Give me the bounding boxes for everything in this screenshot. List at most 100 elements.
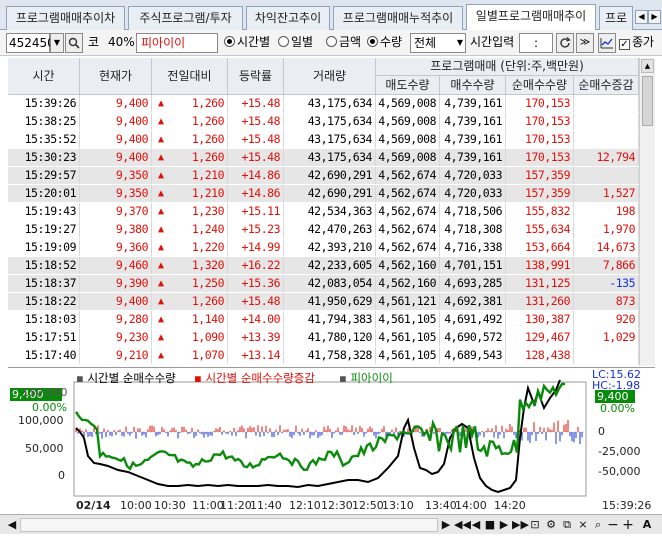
tab-arbitrage-balance[interactable]: 차익잔고추이 <box>246 6 330 30</box>
cell-value: 43,175,634 <box>307 150 373 164</box>
time-input-value: : <box>533 36 539 50</box>
settings-icon[interactable]: ⚙ <box>544 517 558 533</box>
x-tick-label: 14:20 <box>494 499 526 512</box>
cell-value: 1,260 <box>191 96 225 110</box>
tab-program-more[interactable]: 프로 <box>599 6 633 30</box>
table-row[interactable]: 15:39:26 9,400 ▲ 1,260 +15.48 43,175,634 4,569… <box>8 95 639 112</box>
table-row[interactable]: 15:19:43 9,370 ▲ 1,230 +15.11 42,534,363 4,562… <box>8 203 639 220</box>
cell-buy: 4,739,161 <box>440 95 506 112</box>
radio-by-time[interactable]: 시간별 <box>224 33 276 53</box>
cell-value: 15:17:40 <box>24 348 77 362</box>
cell-volume: 41,950,629 <box>284 293 376 310</box>
cell-value: 9,360 <box>115 240 149 254</box>
next-page-icon[interactable]: ≫ <box>576 33 594 53</box>
stop-icon[interactable]: ■ <box>484 517 496 533</box>
scrollbar-thumb[interactable] <box>642 76 653 126</box>
zoom-in-icon[interactable]: + <box>622 517 634 533</box>
cell-price: 9,400 <box>80 113 152 130</box>
cell-volume: 41,780,120 <box>284 329 376 346</box>
next-icon[interactable]: ▶ <box>498 517 510 533</box>
table-row[interactable]: 15:38:25 9,400 ▲ 1,260 +15.48 43,175,634 4,569… <box>8 113 639 130</box>
x-tick-label: 11:20 <box>220 499 252 512</box>
table-row[interactable]: 15:30:23 9,400 ▲ 1,260 +15.48 43,175,634 4,569… <box>8 149 639 166</box>
scroll-right-icon[interactable]: ▶ <box>440 517 452 533</box>
scroll-up-icon[interactable]: ▲ <box>641 59 654 73</box>
cell-value: 4,562,160 <box>378 276 436 290</box>
refresh-icon[interactable] <box>556 33 574 53</box>
tab-program-trend-chart[interactable]: 프로그램매매추이차 <box>6 6 125 30</box>
link-icon[interactable]: ⊡ <box>528 517 542 533</box>
col-net-buy-change[interactable]: 순매수증감 <box>574 76 639 95</box>
col-price[interactable]: 현재가 <box>80 58 152 95</box>
close-price-checkbox[interactable]: ✓ 종가 <box>619 33 659 53</box>
cell-value: +13.39 <box>241 330 280 344</box>
time-input-field[interactable]: : <box>519 33 553 53</box>
cell-value: 138,991 <box>525 258 570 272</box>
col-time[interactable]: 시간 <box>8 58 80 95</box>
radio-amount[interactable]: 금액 <box>326 33 366 53</box>
fast-forward-icon[interactable]: ▶▶ <box>512 517 529 533</box>
legend-stock: ▪ 피아이이 <box>339 371 393 385</box>
copy-icon[interactable]: ⧉ <box>560 517 574 533</box>
radio-label: 금액 <box>339 35 362 49</box>
chart-canvas[interactable] <box>8 368 655 514</box>
table-row[interactable]: 15:17:40 9,210 ▲ 1,070 +13.14 41,758,328 4,561… <box>8 347 639 364</box>
col-net-buy-qty[interactable]: 순매수수량 <box>506 76 574 95</box>
col-rate[interactable]: 등락률 <box>228 58 284 95</box>
right-pct-label: 0.00% <box>600 402 635 415</box>
cell-rate: +15.48 <box>228 293 284 310</box>
left-tick: 50,000 <box>25 442 64 455</box>
stock-name-value: 피아이이 <box>141 36 186 50</box>
col-volume[interactable]: 거래량 <box>284 58 376 95</box>
cell-value: 1,230 <box>191 204 225 218</box>
table-row[interactable]: 15:18:52 9,460 ▲ 1,320 +16.22 42,233,605 4,562… <box>8 257 639 274</box>
rewind-icon[interactable]: ◀◀ <box>454 517 471 533</box>
table-row[interactable]: 15:19:27 9,380 ▲ 1,240 +15.23 42,470,263 4,562… <box>8 221 639 238</box>
tab-daily-program-trend[interactable]: 일별프로그램매매추이 <box>466 4 596 31</box>
table-row[interactable]: 15:35:52 9,400 ▲ 1,260 +15.48 43,175,634 4,569… <box>8 131 639 148</box>
cell-value: 9,350 <box>115 186 149 200</box>
chart-scroll-track[interactable] <box>20 518 438 532</box>
table-row[interactable]: 15:18:22 9,400 ▲ 1,260 +15.48 41,950,629 4,561… <box>8 293 639 310</box>
cell-buy: 4,739,161 <box>440 131 506 148</box>
cell-volume: 43,175,634 <box>284 131 376 148</box>
font-icon[interactable]: A <box>640 517 654 533</box>
tab-stock-program-investor[interactable]: 주식프로그램/투자 <box>128 6 243 30</box>
cell-volume: 42,534,363 <box>284 203 376 220</box>
zoom-out-icon[interactable]: − <box>607 517 619 533</box>
chart-toggle-icon[interactable] <box>598 33 616 53</box>
table-row[interactable]: 15:17:51 9,230 ▲ 1,090 +13.39 41,780,120 4,561… <box>8 329 639 346</box>
scroll-left-icon[interactable]: ◀ <box>6 517 18 533</box>
tab-scroll-left-icon[interactable]: ◀ <box>635 10 648 24</box>
table-row[interactable]: 15:20:01 9,350 ▲ 1,210 +14.86 42,690,291 4,562… <box>8 185 639 202</box>
tab-scroll-right-icon[interactable]: ▶ <box>648 10 661 24</box>
cell-net-change: 14,673 <box>574 239 639 256</box>
col-change[interactable]: 전일대비 <box>152 58 228 95</box>
table-row[interactable]: 15:18:37 9,390 ▲ 1,250 +15.36 42,083,054 4,562… <box>8 275 639 292</box>
table-row[interactable]: 15:19:09 9,360 ▲ 1,220 +14.99 42,393,210 4,562… <box>8 239 639 256</box>
prev-icon[interactable]: ◀ <box>470 517 482 533</box>
up-triangle-icon: ▲ <box>158 188 164 199</box>
stock-code-input[interactable]: 452450 <box>6 33 55 53</box>
cell-value: 4,690,572 <box>444 330 502 344</box>
table-row[interactable]: 15:18:03 9,280 ▲ 1,140 +14.00 41,794,383 4,561… <box>8 311 639 328</box>
scope-select[interactable]: 전체 ▼ <box>410 33 466 53</box>
tab-program-cumulative[interactable]: 프로그램매매누적추이 <box>333 6 463 30</box>
radio-quantity[interactable]: 수량 <box>367 33 409 53</box>
table-scrollbar[interactable]: ▲ <box>639 58 655 366</box>
cell-value: +15.48 <box>241 114 280 128</box>
table-row[interactable]: 15:29:57 9,350 ▲ 1,210 +14.86 42,690,291 4,562… <box>8 167 639 184</box>
cell-value: 15:19:09 <box>24 240 77 254</box>
cell-time: 15:17:51 <box>8 329 80 346</box>
cell-value: 9,380 <box>115 222 149 236</box>
crosshair-icon[interactable]: ⨯ <box>576 517 590 533</box>
cell-price: 9,400 <box>80 131 152 148</box>
search-icon[interactable] <box>65 33 83 53</box>
col-buy-qty[interactable]: 매수수량 <box>440 76 506 95</box>
cell-value: 12,794 <box>596 150 635 164</box>
stock-code-dropdown-icon[interactable]: ▼ <box>50 33 64 53</box>
radio-by-day[interactable]: 일별 <box>278 33 320 53</box>
stock-name-field[interactable]: 피아이이 <box>136 33 218 53</box>
zoom-icon[interactable]: ⌕ <box>591 517 605 533</box>
col-sell-qty[interactable]: 매도수량 <box>376 76 440 95</box>
